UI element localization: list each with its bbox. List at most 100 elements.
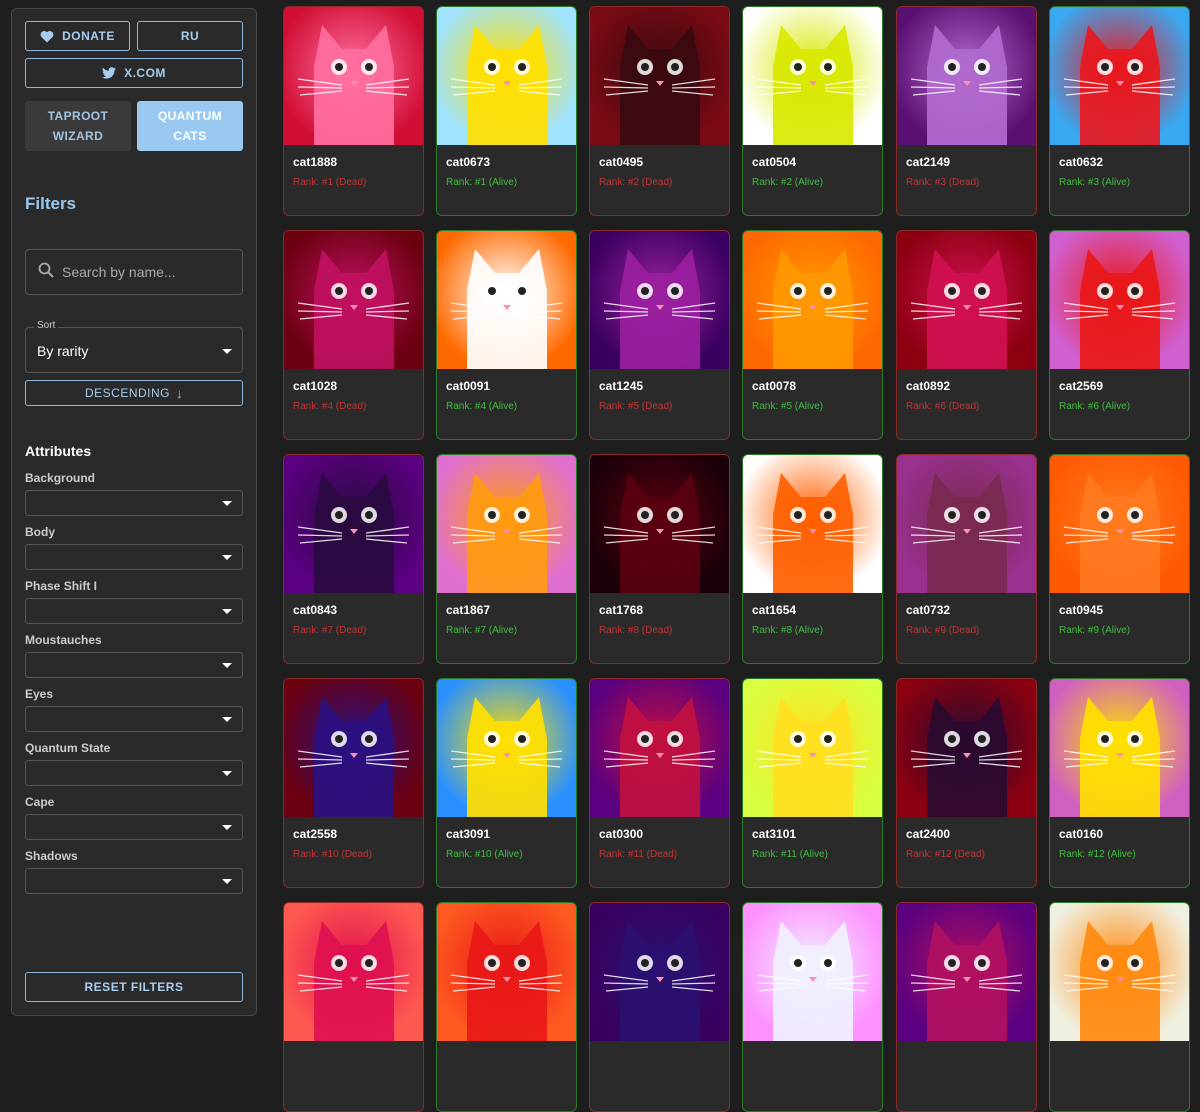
donate-label: DONATE <box>62 29 115 43</box>
cat-name: cat2149 <box>906 155 951 169</box>
cat-rank: Rank: #8 (Alive) <box>752 625 824 636</box>
cat-card[interactable]: cat1867 Rank: #7 (Alive) <box>436 454 577 664</box>
cat-name: cat0892 <box>906 379 951 393</box>
cat-card[interactable]: cat3091 Rank: #10 (Alive) <box>436 678 577 888</box>
cat-image <box>897 903 1036 1041</box>
cat-card[interactable]: cat2400 Rank: #12 (Dead) <box>896 678 1037 888</box>
cat-rank: Rank: #4 (Dead) <box>293 401 367 412</box>
tab-quantum-line2: CATS <box>173 129 207 143</box>
cat-image <box>590 903 729 1041</box>
cat-image <box>743 231 882 369</box>
cat-card[interactable]: cat0843 Rank: #7 (Dead) <box>283 454 424 664</box>
cat-image <box>897 7 1036 145</box>
tab-taproot-wizard[interactable]: TAPROOT WIZARD <box>25 101 131 151</box>
cat-name: cat1245 <box>599 379 644 393</box>
cat-card[interactable] <box>589 902 730 1112</box>
attribute-label: Cape <box>25 795 55 809</box>
reset-filters-button[interactable]: RESET FILTERS <box>25 972 243 1002</box>
chevron-down-icon <box>222 879 232 884</box>
cat-rank: Rank: #8 (Dead) <box>599 625 673 636</box>
cat-card[interactable] <box>742 902 883 1112</box>
cat-card[interactable]: cat0632 Rank: #3 (Alive) <box>1049 6 1190 216</box>
cat-rank: Rank: #12 (Alive) <box>1059 849 1136 860</box>
cat-image <box>437 679 576 817</box>
cat-card[interactable]: cat2558 Rank: #10 (Dead) <box>283 678 424 888</box>
reset-label: RESET FILTERS <box>84 980 184 994</box>
cat-card[interactable] <box>1049 902 1190 1112</box>
attribute-label: Eyes <box>25 687 54 701</box>
cat-card[interactable] <box>436 902 577 1112</box>
cat-card[interactable]: cat2149 Rank: #3 (Dead) <box>896 6 1037 216</box>
cat-card[interactable]: cat0892 Rank: #6 (Dead) <box>896 230 1037 440</box>
cat-card[interactable]: cat0091 Rank: #4 (Alive) <box>436 230 577 440</box>
search-icon <box>38 262 54 283</box>
cat-card[interactable]: cat0300 Rank: #11 (Dead) <box>589 678 730 888</box>
cat-image <box>437 903 576 1041</box>
sidebar: DONATE RU X.COM TAPROOT WIZARD QUANTUM CAT… <box>11 8 257 1016</box>
attribute-select[interactable] <box>25 760 243 786</box>
xcom-label: X.COM <box>124 66 166 80</box>
tab-quantum-cats[interactable]: QUANTUM CATS <box>137 101 243 151</box>
cat-rank: Rank: #6 (Alive) <box>1059 401 1131 412</box>
attribute-select[interactable] <box>25 598 243 624</box>
attribute-select[interactable] <box>25 490 243 516</box>
tab-taproot-line2: WIZARD <box>52 129 104 143</box>
cat-image <box>284 679 423 817</box>
cat-image <box>590 7 729 145</box>
cat-card[interactable]: cat3101 Rank: #11 (Alive) <box>742 678 883 888</box>
cat-card[interactable]: cat0732 Rank: #9 (Dead) <box>896 454 1037 664</box>
cat-card[interactable]: cat0504 Rank: #2 (Alive) <box>742 6 883 216</box>
cat-name: cat0632 <box>1059 155 1104 169</box>
cat-name: cat2569 <box>1059 379 1104 393</box>
attribute-select[interactable] <box>25 706 243 732</box>
cat-image <box>743 455 882 593</box>
cat-name: cat0160 <box>1059 827 1104 841</box>
cat-name: cat0495 <box>599 155 644 169</box>
cat-card[interactable]: cat0160 Rank: #12 (Alive) <box>1049 678 1190 888</box>
attribute-select[interactable] <box>25 868 243 894</box>
cat-card[interactable] <box>896 902 1037 1112</box>
cat-rank: Rank: #4 (Alive) <box>446 401 518 412</box>
cat-image <box>897 679 1036 817</box>
cat-image <box>1050 7 1189 145</box>
cat-card[interactable]: cat2569 Rank: #6 (Alive) <box>1049 230 1190 440</box>
language-ru-button[interactable]: RU <box>137 21 243 51</box>
cat-rank: Rank: #7 (Alive) <box>446 625 518 636</box>
attribute-label: Quantum State <box>25 741 111 755</box>
attribute-label: Phase Shift I <box>25 579 98 593</box>
cat-name: cat0504 <box>752 155 797 169</box>
search-input[interactable]: Search by name... <box>25 249 243 295</box>
search-placeholder: Search by name... <box>62 264 176 280</box>
order-label: DESCENDING <box>84 386 170 400</box>
cat-card[interactable]: cat1768 Rank: #8 (Dead) <box>589 454 730 664</box>
cat-card[interactable] <box>283 902 424 1112</box>
cat-card[interactable]: cat0078 Rank: #5 (Alive) <box>742 230 883 440</box>
sort-select[interactable]: Sort By rarity <box>25 320 243 373</box>
cat-card[interactable]: cat0495 Rank: #2 (Dead) <box>589 6 730 216</box>
cat-rank: Rank: #7 (Dead) <box>293 625 367 636</box>
cat-card[interactable]: cat1654 Rank: #8 (Alive) <box>742 454 883 664</box>
attribute-select[interactable] <box>25 814 243 840</box>
donate-button[interactable]: DONATE <box>25 21 130 51</box>
cat-name: cat0673 <box>446 155 491 169</box>
cat-image <box>284 231 423 369</box>
cat-rank: Rank: #1 (Alive) <box>446 177 518 188</box>
cat-name: cat2400 <box>906 827 951 841</box>
cat-rank: Rank: #3 (Alive) <box>1059 177 1131 188</box>
cat-rank: Rank: #6 (Dead) <box>906 401 980 412</box>
cat-image <box>284 455 423 593</box>
xcom-button[interactable]: X.COM <box>25 58 243 88</box>
tab-quantum-line1: QUANTUM <box>157 109 223 123</box>
order-toggle-button[interactable]: DESCENDING ↓ <box>25 380 243 406</box>
chevron-down-icon <box>222 771 232 776</box>
attribute-select[interactable] <box>25 652 243 678</box>
cat-card[interactable]: cat1888 Rank: #1 (Dead) <box>283 6 424 216</box>
cat-name: cat3101 <box>752 827 797 841</box>
cat-card[interactable]: cat0673 Rank: #1 (Alive) <box>436 6 577 216</box>
cat-card[interactable]: cat1245 Rank: #5 (Dead) <box>589 230 730 440</box>
cat-image <box>743 903 882 1041</box>
cat-card[interactable]: cat0945 Rank: #9 (Alive) <box>1049 454 1190 664</box>
cat-card[interactable]: cat1028 Rank: #4 (Dead) <box>283 230 424 440</box>
cat-name: cat0300 <box>599 827 644 841</box>
attribute-select[interactable] <box>25 544 243 570</box>
